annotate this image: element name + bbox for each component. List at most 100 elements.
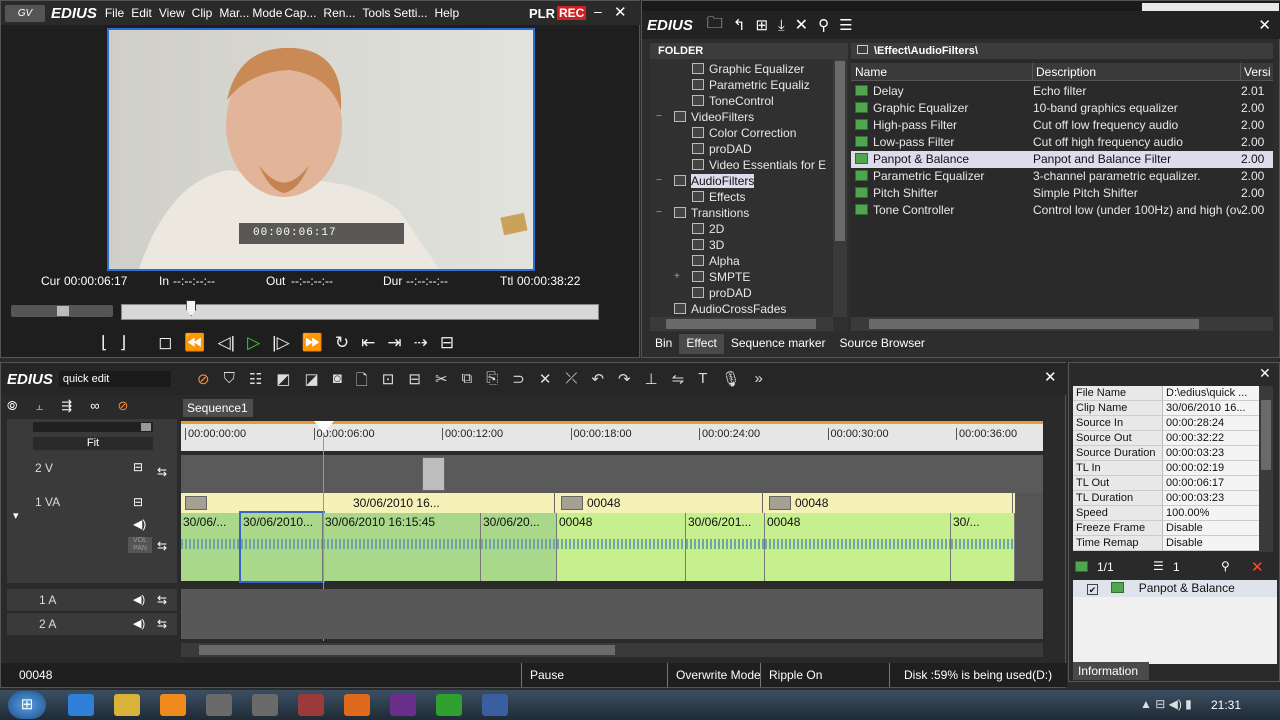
taskbar-edius-icon[interactable] <box>436 694 462 716</box>
audio-clip[interactable]: 30/... <box>951 513 1015 581</box>
copy-icon[interactable]: ⧉ <box>462 370 473 395</box>
track-1va-lane[interactable]: 30/06/2010 16... 00048 00048 30/06/... 30/0… <box>181 493 1043 583</box>
folder-tree-item[interactable]: proDAD <box>650 285 848 301</box>
position-scrubber[interactable] <box>121 300 599 320</box>
track-2v-patch-icon[interactable]: ⇆ <box>157 465 167 479</box>
taskbar-app-icon[interactable] <box>298 694 324 716</box>
menu-edit[interactable]: Edit <box>131 6 152 20</box>
effect-row[interactable]: Pitch Shifter Simple Pitch Shifter 2.00 <box>851 185 1273 202</box>
menu-help[interactable]: Help <box>434 6 459 20</box>
taskbar-En-icon[interactable] <box>252 694 278 716</box>
link-icon[interactable]: ⊃ <box>512 370 525 395</box>
cut-mode-icon[interactable]: ⊘ <box>117 398 128 416</box>
folder-tree-item[interactable]: Video Essentials for E <box>650 157 848 173</box>
save-icon[interactable]: ⊟ <box>408 370 421 395</box>
taskbar-firefox-icon[interactable] <box>344 694 370 716</box>
zoom-slider[interactable] <box>33 422 153 432</box>
track-1va-vol-icon[interactable]: VOL PAN <box>128 537 152 553</box>
menu-mode[interactable]: Mode <box>252 6 282 20</box>
folder-tree-item[interactable]: − VideoFilters <box>650 109 848 125</box>
track-2a-audio-icon[interactable]: ◀) <box>133 617 145 630</box>
step-back-icon[interactable]: ◁| <box>218 333 236 353</box>
folder-tree-item[interactable]: Effects <box>650 189 848 205</box>
col-description[interactable]: Description <box>1033 63 1241 80</box>
folder-tree-icon[interactable]: ⊞ <box>755 16 768 34</box>
audio-clip[interactable]: 30/06/... <box>181 513 241 581</box>
sync-icon[interactable]: ⦾ <box>7 398 17 416</box>
match-frame-icon[interactable]: ⊟ <box>440 333 454 353</box>
video-clip[interactable]: 30/06/2010 16... <box>181 493 555 513</box>
folder-tree-item[interactable]: ToneControl <box>650 93 848 109</box>
folder-tree-item[interactable]: Color Correction <box>650 125 848 141</box>
tree-expander-icon[interactable]: − <box>656 109 662 125</box>
menu-clip[interactable]: Clip <box>192 6 213 20</box>
info-vscroll[interactable] <box>1259 386 1273 552</box>
add-clip-icon[interactable]: ⤓ <box>778 17 785 34</box>
filter-list-icon[interactable]: ☰ <box>1153 559 1164 573</box>
folder-tree-item[interactable]: − AudioFilters <box>650 173 848 189</box>
insert-to-timeline-icon[interactable]: ⇤ <box>361 333 375 353</box>
delete-clip-icon[interactable]: ✕ <box>539 370 552 395</box>
effect-row[interactable]: High-pass Filter Cut off low frequency au… <box>851 117 1273 134</box>
track-2v-lane[interactable] <box>181 455 1043 493</box>
tree-expander-icon[interactable]: − <box>656 205 662 221</box>
tab-sequence-marker[interactable]: Sequence marker <box>723 334 833 354</box>
menu-marker[interactable]: Mar... <box>219 6 249 20</box>
video-clip[interactable]: 00048 <box>765 493 1013 513</box>
col-name[interactable]: Name <box>851 63 1033 80</box>
effect-row[interactable]: Delay Echo filter 2.01 <box>851 83 1273 100</box>
new-sequence-icon[interactable]: 🗋 <box>356 370 368 395</box>
cut-icon[interactable]: ✂ <box>435 370 448 395</box>
menu-capture[interactable]: Cap... <box>284 6 316 20</box>
close-icon[interactable]: ✕ <box>614 3 627 21</box>
track-1a-patch-icon[interactable]: ⇆ <box>157 593 167 607</box>
set-out-icon[interactable]: ⌋ <box>120 333 127 353</box>
group-icon[interactable]: ⇶ <box>61 398 72 416</box>
folder-tree-item[interactable]: 3D <box>650 237 848 253</box>
zoom-select[interactable]: Fit <box>33 437 153 450</box>
effect-hscroll[interactable] <box>851 317 1273 331</box>
delete-icon[interactable]: ✕ <box>795 15 808 35</box>
track-1va-expand-icon[interactable]: ▾ <box>13 509 19 522</box>
folder-tree-item[interactable]: proDAD <box>650 141 848 157</box>
rewind-icon[interactable]: ⏪ <box>184 333 205 353</box>
snapshot-icon[interactable]: ◙ <box>333 370 342 395</box>
audio-clip[interactable]: 00048 <box>557 513 686 581</box>
folder-tree-item[interactable]: Alpha <box>650 253 848 269</box>
timeline-ruler[interactable]: 00:00:00:00 00:00:06:00 00:00:12:00 00:00:1… <box>181 421 1043 451</box>
mixer-icon[interactable]: ⇋ <box>672 370 685 395</box>
menu-file[interactable]: File <box>105 6 124 20</box>
rec-mode-button[interactable]: REC <box>557 6 587 20</box>
linked-icon[interactable]: ∞ <box>90 398 99 416</box>
col-version[interactable]: Versi <box>1241 63 1271 80</box>
loop-icon[interactable]: ↻ <box>335 333 349 353</box>
taskbar-Pr-icon[interactable] <box>390 694 416 716</box>
overwrite-to-timeline-icon[interactable]: ⇥ <box>387 333 401 353</box>
sequence-settings-icon[interactable]: ☷ <box>249 370 262 395</box>
audio-tracks-lane[interactable] <box>181 589 1043 639</box>
filter-item[interactable]: ✔ Panpot & Balance <box>1073 580 1277 597</box>
layout-icon[interactable]: ◩ <box>276 370 290 395</box>
sequence-tab[interactable]: Sequence1 <box>183 399 253 417</box>
track-1va-video-icon[interactable]: ⊟ <box>133 495 143 509</box>
more-icon[interactable]: » <box>754 370 762 395</box>
menu-tools[interactable]: Tools <box>362 6 390 20</box>
video-clip[interactable]: 00048 <box>557 493 763 513</box>
folder-vscroll[interactable] <box>833 59 847 317</box>
folder-icon[interactable]: 🗀 <box>707 12 723 39</box>
step-forward-icon[interactable]: |▷ <box>272 333 290 353</box>
menu-settings[interactable]: Setti... <box>393 6 427 20</box>
microphone-icon[interactable]: 🎙 <box>721 370 740 395</box>
timeline-hscroll[interactable] <box>181 643 1043 657</box>
redo-icon[interactable]: ↷ <box>618 370 631 395</box>
track-1a-audio-icon[interactable]: ◀) <box>133 593 145 606</box>
folder-hscroll[interactable] <box>650 317 833 331</box>
search-icon[interactable]: ⚲ <box>818 16 829 34</box>
track-1va-patch-icon[interactable]: ⇆ <box>157 539 167 553</box>
taskbar-Sb-icon[interactable] <box>206 694 232 716</box>
folder-tree-item[interactable]: 2D <box>650 221 848 237</box>
tree-expander-icon[interactable]: − <box>656 173 662 189</box>
razor-icon[interactable]: ⊘ <box>197 370 210 395</box>
title-icon[interactable]: ◪ <box>304 370 318 395</box>
marker-icon[interactable]: ⊥ <box>645 370 658 395</box>
